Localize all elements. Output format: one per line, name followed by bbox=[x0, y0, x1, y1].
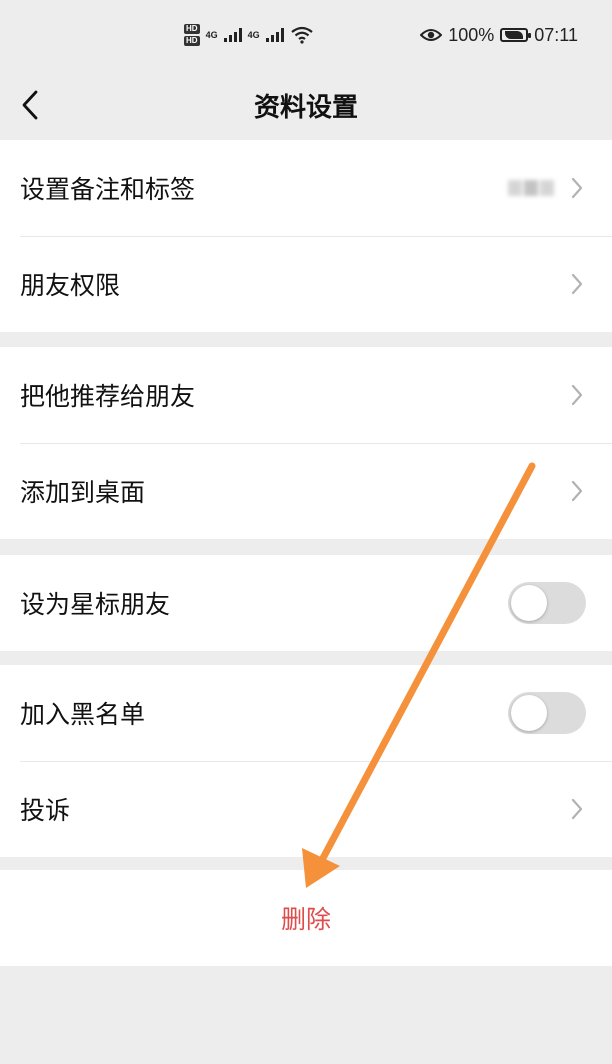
row-add-to-desktop[interactable]: 添加到桌面 bbox=[0, 443, 612, 539]
blurred-remark bbox=[508, 180, 554, 196]
battery-percent: 100% bbox=[448, 24, 495, 45]
nav-bar: 资料设置 bbox=[0, 70, 612, 140]
row-label: 设置备注和标签 bbox=[20, 175, 196, 204]
chevron-right-icon bbox=[571, 177, 583, 199]
page-title: 资料设置 bbox=[253, 92, 358, 123]
row-star-friend: 设为星标朋友 bbox=[0, 555, 612, 651]
row-remark-and-tags[interactable]: 设置备注和标签 bbox=[0, 140, 612, 236]
row-label: 设为星标朋友 bbox=[20, 590, 171, 619]
battery-icon bbox=[500, 28, 532, 42]
network-type-1: 4G bbox=[205, 30, 218, 40]
back-chevron-icon bbox=[22, 90, 38, 120]
hd-badge-1: HD bbox=[184, 24, 200, 34]
row-label: 添加到桌面 bbox=[20, 478, 146, 507]
row-label: 朋友权限 bbox=[20, 271, 121, 300]
row-label: 把他推荐给朋友 bbox=[20, 382, 196, 411]
delete-group: 删除 bbox=[0, 870, 612, 966]
eye-comfort-icon bbox=[420, 29, 443, 41]
hd-indicators: HD HD bbox=[184, 24, 200, 46]
settings-group-3: 设为星标朋友 bbox=[0, 555, 612, 651]
clock-time: 07:11 bbox=[534, 24, 578, 45]
status-left-icons: HD HD 4G 4G bbox=[184, 24, 314, 46]
chevron-right-icon bbox=[571, 273, 583, 295]
signal-1-icon bbox=[223, 28, 242, 42]
settings-group-4: 加入黑名单 投诉 bbox=[0, 665, 612, 857]
status-bar: HD HD 4G 4G 100% 07:11 bbox=[0, 0, 612, 70]
status-right-icons: 100% 07:11 bbox=[420, 25, 578, 46]
settings-group-1: 设置备注和标签 朋友权限 bbox=[0, 140, 612, 332]
wifi-icon bbox=[290, 26, 313, 44]
row-complain[interactable]: 投诉 bbox=[0, 761, 612, 857]
settings-group-2: 把他推荐给朋友 添加到桌面 bbox=[0, 347, 612, 539]
toggle-knob bbox=[511, 695, 547, 731]
toggle-knob bbox=[511, 585, 547, 621]
row-blacklist: 加入黑名单 bbox=[0, 665, 612, 761]
delete-button[interactable]: 删除 bbox=[281, 900, 331, 936]
hd-badge-2: HD bbox=[184, 36, 200, 46]
chevron-right-icon bbox=[571, 480, 583, 502]
row-friend-permissions[interactable]: 朋友权限 bbox=[0, 236, 612, 332]
chevron-right-icon bbox=[571, 384, 583, 406]
star-friend-toggle[interactable] bbox=[508, 582, 586, 624]
blacklist-toggle[interactable] bbox=[508, 692, 586, 734]
row-recommend-to-friend[interactable]: 把他推荐给朋友 bbox=[0, 347, 612, 443]
network-type-2: 4G bbox=[247, 30, 260, 40]
row-label: 加入黑名单 bbox=[20, 700, 146, 729]
back-button[interactable] bbox=[10, 80, 50, 130]
row-label: 投诉 bbox=[20, 796, 71, 825]
signal-2-icon bbox=[265, 28, 284, 42]
chevron-right-icon bbox=[571, 798, 583, 820]
